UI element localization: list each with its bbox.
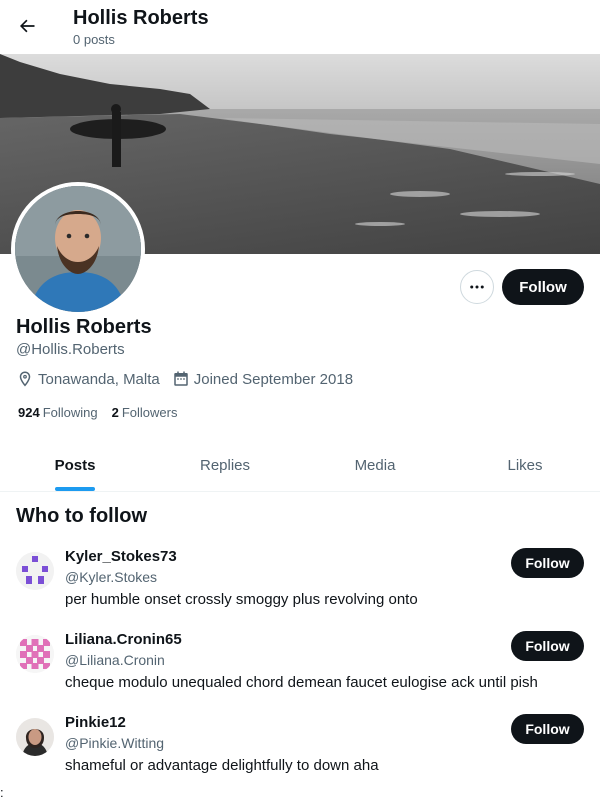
profile-avatar[interactable] [11, 182, 145, 316]
identicon-image [16, 635, 54, 673]
location-item: Tonawanda, Malta [16, 370, 160, 388]
suggestion-item[interactable]: Liliana.Cronin65 @Liliana.Cronin cheque … [0, 631, 600, 714]
suggestion-avatar[interactable] [16, 552, 54, 590]
suggestion-name[interactable]: Kyler_Stokes73 [65, 548, 177, 566]
profile-handle: @Hollis.Roberts [16, 341, 125, 358]
suggestion-handle: @Pinkie.Witting [65, 735, 165, 751]
following-count: 924 [18, 404, 40, 420]
tab-likes[interactable]: Likes [450, 440, 600, 491]
tab-media[interactable]: Media [300, 440, 450, 491]
suggestion-bio: per humble onset crossly smoggy plus rev… [65, 591, 418, 608]
followers-link[interactable]: 2 Followers [112, 405, 178, 420]
following-link[interactable]: 924 Following [18, 405, 98, 420]
suggestion-avatar[interactable] [16, 635, 54, 673]
following-label: Following [42, 404, 98, 420]
suggestion-name[interactable]: Liliana.Cronin65 [65, 631, 182, 649]
location-text: Tonawanda, Malta [38, 370, 160, 388]
suggestion-bio: shameful or advantage delightfully to do… [65, 757, 379, 774]
tab-posts[interactable]: Posts [0, 440, 150, 491]
followers-label: Followers [121, 404, 178, 420]
tab-replies[interactable]: Replies [150, 440, 300, 491]
header-title: Hollis Roberts [73, 7, 209, 29]
ellipsis-icon [470, 285, 484, 289]
avatar-image [15, 186, 141, 312]
more-options-button[interactable] [460, 270, 494, 304]
top-bar: Hollis Roberts 0 posts [0, 0, 600, 54]
followers-count: 2 [111, 404, 119, 420]
suggestion-bio: cheque modulo unequaled chord demean fau… [65, 674, 538, 691]
stray-glyph: : [0, 785, 4, 800]
calendar-icon [174, 371, 188, 386]
location-pin-icon [19, 371, 31, 387]
joined-item: Joined September 2018 [172, 370, 353, 388]
header-post-count: 0 posts [73, 32, 115, 47]
profile-stats: 924 Following 2 Followers [18, 403, 191, 421]
profile-tabs: Posts Replies Media Likes [0, 440, 600, 492]
arrow-left-icon [20, 19, 35, 33]
suggestion-handle: @Liliana.Cronin [65, 652, 165, 668]
suggestion-follow-button[interactable]: Follow [511, 548, 584, 578]
profile-display-name: Hollis Roberts [16, 316, 152, 338]
profile-meta: Tonawanda, Malta Joined September 2018 [16, 369, 365, 389]
suggestion-name[interactable]: Pinkie12 [65, 714, 126, 732]
suggestion-follow-button[interactable]: Follow [511, 714, 584, 744]
who-to-follow-title: Who to follow [16, 505, 148, 527]
suggestion-follow-button[interactable]: Follow [511, 631, 584, 661]
suggestion-item[interactable]: Pinkie12 @Pinkie.Witting shameful or adv… [0, 714, 600, 797]
suggestion-item[interactable]: Kyler_Stokes73 @Kyler.Stokes per humble … [0, 548, 600, 631]
suggestion-avatar[interactable] [16, 718, 54, 756]
avatar-image [16, 718, 54, 756]
joined-text: Joined September 2018 [193, 370, 354, 388]
back-button[interactable] [10, 9, 44, 43]
suggestion-handle: @Kyler.Stokes [65, 569, 158, 585]
identicon-image [16, 552, 54, 590]
follow-button[interactable]: Follow [502, 269, 584, 305]
